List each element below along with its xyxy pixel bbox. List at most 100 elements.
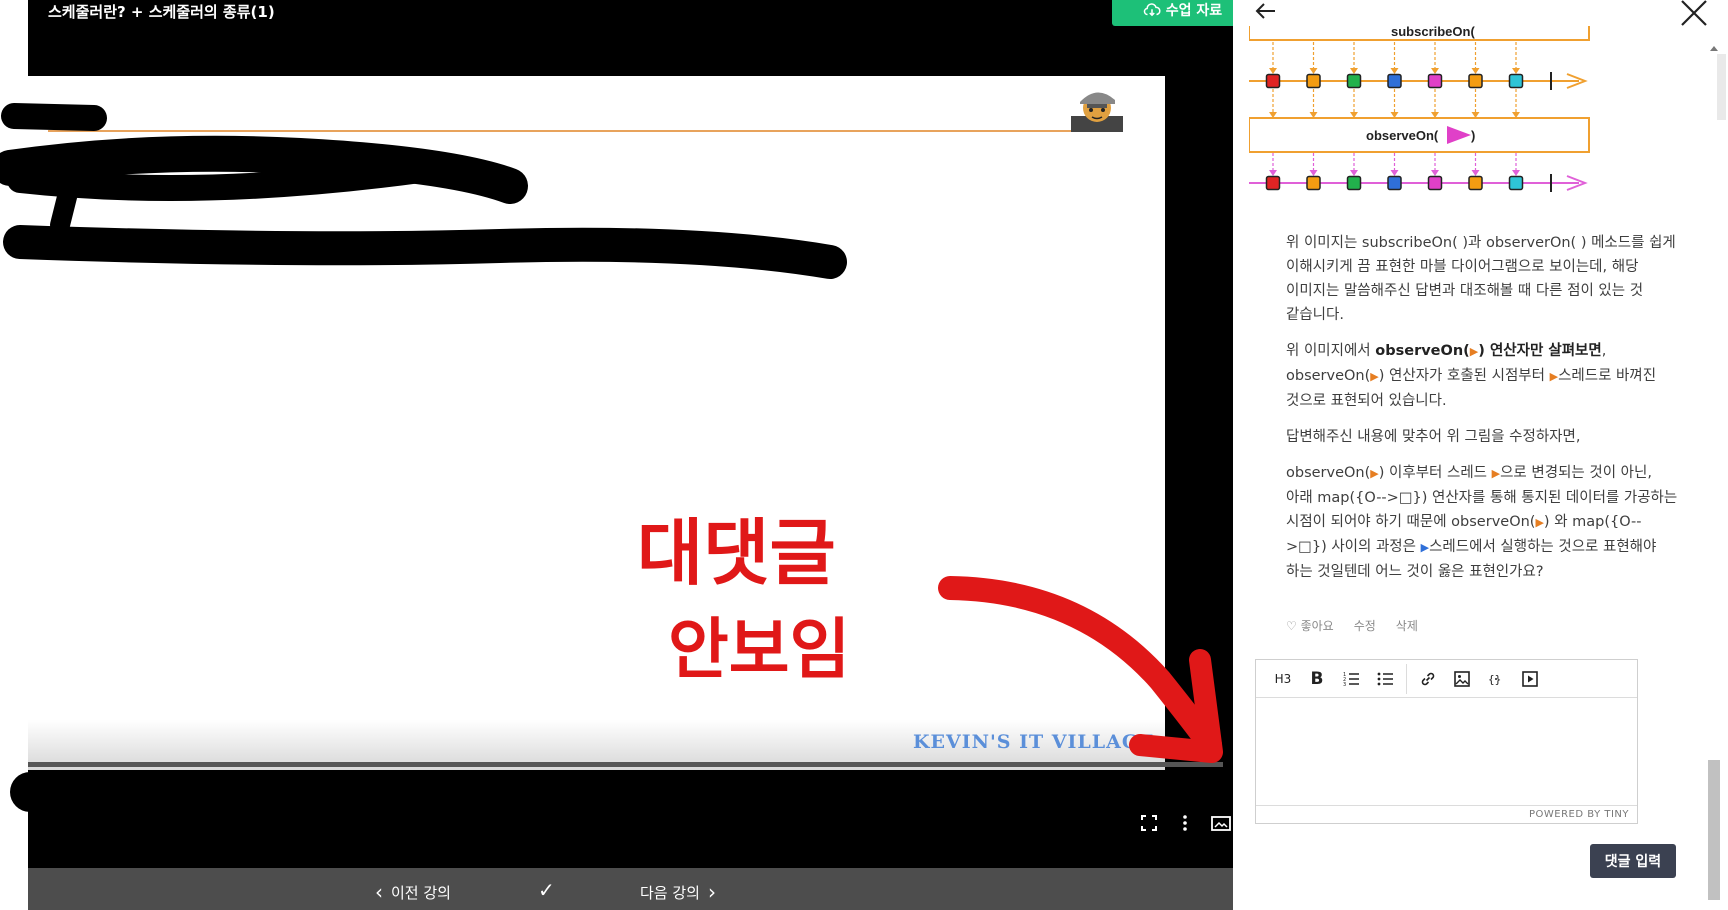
insert-video-button[interactable] — [1513, 664, 1547, 694]
complete-lecture-button[interactable]: ✓ — [538, 878, 555, 902]
ordered-list-icon: 123 — [1343, 672, 1359, 688]
emission-arrowhead — [1269, 68, 1277, 74]
emission-arrowhead — [1309, 170, 1318, 176]
video-column: 스케줄러란? + 스케줄러의 종류(1) 수업 자료 과다이이다 KEVIN'S… — [28, 0, 1253, 910]
comment-paragraph-3: 답변해주신 내용에 맞추어 위 그림을 수정하자면, — [1286, 429, 1581, 445]
fullscreen-icon[interactable] — [1138, 812, 1160, 834]
cloud-download-icon — [1143, 3, 1161, 17]
emission-arrowhead — [1471, 170, 1480, 176]
marble — [1306, 73, 1321, 89]
orange-triangle-icon: ▶ — [1370, 467, 1379, 480]
marble-row-pink — [1249, 174, 1588, 192]
orange-triangle-icon: ▶ — [1370, 370, 1379, 383]
comment-paragraph-2: 위 이미지에서 observeOn(▶) 연산자만 살펴보면, observeO… — [1286, 343, 1657, 409]
lecture-bottom-nav: ‹ 이전 강의 ✓ 다음 강의 › — [28, 868, 1233, 910]
marble — [1346, 73, 1362, 89]
marble — [1468, 73, 1483, 89]
checkmark-icon: ✓ — [538, 878, 555, 902]
reply-editor: H3 B 123 {} POWERED BY TINY — [1255, 659, 1638, 824]
comment-body: 위 이미지는 subscribeOn( )과 observerOn( ) 메소드… — [1286, 231, 1678, 596]
image-icon — [1454, 670, 1470, 687]
emission-arrowhead — [1309, 68, 1318, 74]
orange-triangle-icon: ▶ — [1491, 467, 1501, 480]
emission-arrowhead — [1471, 68, 1480, 74]
picture-in-picture-icon[interactable] — [1210, 812, 1232, 834]
tiny-branding: POWERED BY TINY — [1256, 805, 1637, 823]
marble — [1346, 175, 1362, 191]
close-icon[interactable] — [1677, 0, 1711, 28]
link-icon — [1421, 672, 1435, 685]
editor-toolbar: H3 B 123 {} — [1256, 660, 1637, 698]
svg-text:3: 3 — [1343, 682, 1346, 688]
scrollbar-thumb[interactable] — [1708, 760, 1720, 900]
blue-triangle-icon: ▶ — [1420, 541, 1430, 554]
chevron-left-icon: ‹ — [375, 880, 383, 904]
emission-arrowhead — [1431, 68, 1439, 74]
edit-button[interactable]: 수정 — [1354, 617, 1376, 634]
emission-arrowhead — [1350, 68, 1358, 74]
mid-emission-arrows — [1269, 153, 1520, 176]
kevins-it-village-watermark: KEVIN'S IT VILLAGE — [913, 731, 1155, 753]
lecture-area: 스케줄러란? + 스케줄러의 종류(1) 수업 자료 과다이이다 KEVIN'S… — [0, 0, 1253, 910]
scrollbar-track-top — [1717, 54, 1726, 120]
code-block-button[interactable]: {} — [1479, 664, 1513, 694]
emission-arrowhead — [1390, 68, 1399, 74]
code-braces-icon: {} — [1488, 673, 1501, 686]
back-arrow-icon[interactable] — [1253, 0, 1279, 22]
class-materials-label: 수업 자료 — [1165, 3, 1223, 19]
more-options-icon[interactable] — [1174, 812, 1196, 834]
insert-image-button[interactable] — [1445, 664, 1479, 694]
next-lecture-label: 다음 강의 — [640, 883, 700, 902]
app-root: 스케줄러란? + 스케줄러의 종류(1) 수업 자료 과다이이다 KEVIN'S… — [0, 0, 1728, 910]
emission-arrowhead — [1269, 170, 1277, 176]
orange-triangle-icon: ▶ — [1535, 516, 1544, 529]
svg-text:{}: {} — [1488, 673, 1501, 686]
emission-arrowhead — [1350, 170, 1358, 176]
emission-arrowhead — [1512, 68, 1520, 74]
submit-comment-button[interactable]: 댓글 입력 — [1590, 844, 1676, 878]
marble — [1306, 175, 1321, 191]
bullet-list-button[interactable] — [1368, 664, 1402, 694]
marble — [1468, 175, 1483, 191]
video-player[interactable]: 과다이이다 KEVIN'S IT VILLAGE — [28, 34, 1233, 831]
orange-triangle-icon: ▶ — [1549, 370, 1559, 383]
prev-lecture-label: 이전 강의 — [391, 883, 451, 902]
marble — [1265, 73, 1281, 89]
scroll-up-arrow-icon[interactable] — [1710, 44, 1718, 52]
comment-paragraph-1: 위 이미지는 subscribeOn( )과 observerOn( ) 메소드… — [1286, 235, 1676, 323]
class-materials-button[interactable]: 수업 자료 — [1112, 0, 1253, 26]
presenter-avatar-icon — [1071, 92, 1123, 132]
like-button[interactable]: ♡ 좋아요 — [1286, 617, 1334, 634]
next-lecture-button[interactable]: 다음 강의 › — [640, 880, 716, 904]
ordered-list-button[interactable]: 123 — [1334, 664, 1368, 694]
marble — [1387, 73, 1402, 89]
prev-lecture-button[interactable]: ‹ 이전 강의 — [375, 880, 451, 904]
marble — [1387, 175, 1402, 191]
comment-actions: ♡ 좋아요 수정 삭제 — [1286, 617, 1418, 634]
insert-link-button[interactable] — [1411, 664, 1445, 694]
orange-triangle-icon: ▶ — [1469, 345, 1479, 358]
subscribeon-operator-label: subscribeOn( — [1391, 26, 1475, 39]
video-play-icon — [1522, 670, 1538, 687]
bold-button[interactable]: B — [1300, 664, 1334, 694]
comment-paragraph-4: observeOn(▶) 이후부터 스레드 ▶으로 변경되는 것이 아닌, 아래… — [1286, 465, 1678, 580]
bullet-list-icon — [1377, 672, 1393, 685]
toolbar-divider — [1406, 663, 1407, 694]
marble-row-orange — [1249, 72, 1588, 90]
lecture-title: 스케줄러란? + 스케줄러의 종류(1) — [48, 3, 275, 21]
chevron-right-icon: › — [707, 880, 716, 904]
slide-text-fragment: 과다이이다 — [718, 248, 792, 267]
lecture-slide: 과다이이다 KEVIN'S IT VILLAGE — [28, 76, 1165, 770]
observeon-operator-label: observeOn( — [1366, 128, 1439, 143]
marble — [1427, 73, 1443, 89]
marble — [1265, 175, 1281, 191]
slide-header-rule — [48, 130, 1108, 132]
marble — [1508, 73, 1524, 89]
marble — [1508, 175, 1524, 191]
delete-button[interactable]: 삭제 — [1396, 617, 1418, 634]
reply-text-area[interactable] — [1256, 699, 1637, 805]
emission-arrowhead — [1390, 170, 1399, 176]
video-controls — [1138, 810, 1232, 836]
video-progress-bar[interactable] — [28, 762, 1223, 767]
heading3-button[interactable]: H3 — [1266, 664, 1300, 694]
